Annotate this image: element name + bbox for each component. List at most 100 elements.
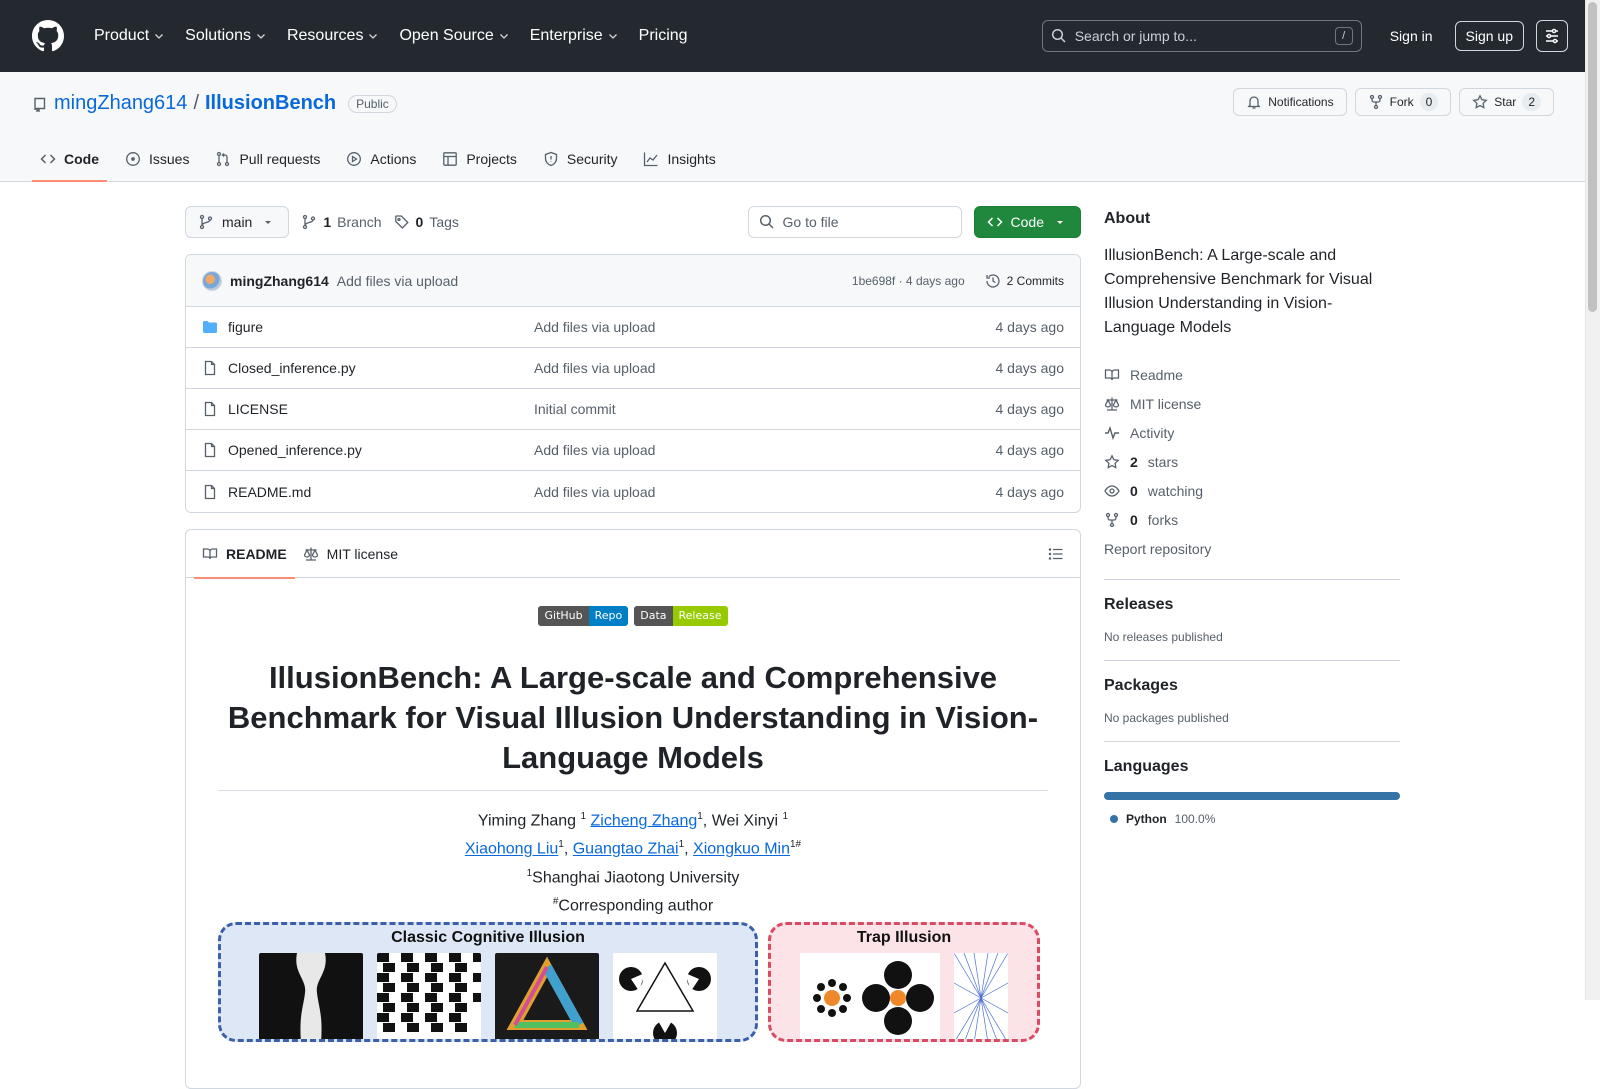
tab-insights[interactable]: Insights <box>635 141 723 181</box>
tab-pull-requests[interactable]: Pull requests <box>207 141 328 181</box>
file-name-cell[interactable]: figure <box>202 319 534 335</box>
table-row[interactable]: LICENSE Initial commit 4 days ago <box>186 389 1080 430</box>
activity-link[interactable]: Activity <box>1104 418 1400 447</box>
fork-button[interactable]: Fork 0 <box>1354 88 1452 116</box>
outline-button[interactable] <box>1048 546 1064 562</box>
nav-enterprise[interactable]: Enterprise <box>522 21 627 51</box>
author-link[interactable]: Xiongkuo Min <box>693 841 790 858</box>
github-repo-badge[interactable]: GitHub Repo <box>538 606 629 626</box>
commits-link[interactable]: 2 Commits <box>985 273 1064 289</box>
badge-left: Data <box>634 606 673 626</box>
repo-header: mingZhang614 / IllusionBench Public Noti… <box>0 72 1600 182</box>
file-date: 4 days ago <box>995 401 1065 417</box>
branch-selector[interactable]: main <box>185 206 290 238</box>
star-icon <box>1472 94 1488 109</box>
eye-icon <box>1104 484 1120 497</box>
tab-security[interactable]: Security <box>535 141 626 181</box>
file-name-cell[interactable]: README.md <box>202 484 534 500</box>
cafe-wall-illusion-image <box>377 953 481 1040</box>
author-link[interactable]: Xiaohong Liu <box>465 841 558 858</box>
table-row[interactable]: Opened_inference.py Add files via upload 4… <box>186 430 1080 471</box>
table-row[interactable]: figure Add files via upload 4 days ago <box>186 307 1080 348</box>
file-commit-message[interactable]: Add files via upload <box>534 484 996 500</box>
language-name: Python <box>1126 812 1167 826</box>
nav-label: Product <box>94 27 150 44</box>
nav-solutions[interactable]: Solutions <box>177 21 275 51</box>
stars-link[interactable]: 2 stars <box>1104 447 1400 476</box>
global-search-input[interactable]: Search or jump to... / <box>1041 20 1362 52</box>
affiliation-sup: 1# <box>790 839 802 851</box>
tags-link[interactable]: 0 Tags <box>394 214 459 230</box>
report-repository-link[interactable]: Report repository <box>1104 534 1400 563</box>
go-to-file-placeholder: Go to file <box>782 214 839 230</box>
file-icon <box>204 401 216 417</box>
tab-actions[interactable]: Actions <box>338 141 424 181</box>
file-name-cell[interactable]: Opened_inference.py <box>202 442 534 458</box>
bell-icon <box>1247 96 1261 109</box>
readme-link[interactable]: Readme <box>1104 360 1400 389</box>
file-commit-message[interactable]: Add files via upload <box>534 442 996 458</box>
table-row[interactable]: Closed_inference.py Add files via upload 4… <box>186 348 1080 389</box>
sign-in-link[interactable]: Sign in <box>1380 22 1443 50</box>
star-button[interactable]: Star 2 <box>1459 88 1554 116</box>
thumbnail-row <box>241 953 735 1040</box>
tab-readme[interactable]: README <box>194 530 295 579</box>
file-name-cell[interactable]: LICENSE <box>202 401 534 417</box>
nav-open-source[interactable]: Open Source <box>391 21 517 51</box>
commit-hash-time[interactable]: 1be698f · 4 days ago <box>852 274 965 288</box>
tab-projects[interactable]: Projects <box>434 141 525 181</box>
nav-resources[interactable]: Resources <box>279 21 387 51</box>
forks-label: forks <box>1147 511 1179 528</box>
file-name: Closed_inference.py <box>228 360 356 376</box>
go-to-file-input[interactable]: Go to file <box>747 206 962 238</box>
tab-label: Actions <box>370 151 417 167</box>
scrollbar-thumb[interactable] <box>1588 2 1597 312</box>
tab-issues[interactable]: Issues <box>117 141 197 181</box>
github-logo-icon[interactable] <box>32 20 64 52</box>
file-date: 4 days ago <box>995 442 1065 458</box>
watching-label: watching <box>1147 482 1204 499</box>
watching-link[interactable]: 0 watching <box>1104 476 1400 505</box>
file-name-cell[interactable]: Closed_inference.py <box>202 360 534 376</box>
page-scrollbar[interactable] <box>1585 0 1600 1000</box>
settings-menu-button[interactable] <box>1536 20 1568 52</box>
repo-title: mingZhang614 / IllusionBench Public <box>32 92 397 115</box>
nav-label: Enterprise <box>529 27 603 44</box>
branches-link[interactable]: 1 Branch <box>301 214 382 230</box>
license-link[interactable]: MIT license <box>1104 389 1400 418</box>
author-link[interactable]: Zicheng Zhang <box>591 812 698 829</box>
tab-license[interactable]: MIT license <box>295 530 406 578</box>
author-link[interactable]: Guangtao Zhai <box>573 841 679 858</box>
sign-up-button[interactable]: Sign up <box>1454 21 1524 51</box>
code-icon <box>986 217 1003 227</box>
nav-pricing[interactable]: Pricing <box>631 21 696 51</box>
repo-owner-link[interactable]: mingZhang614 <box>54 92 187 115</box>
notifications-button[interactable]: Notifications <box>1233 88 1347 116</box>
tab-label: Code <box>64 151 99 167</box>
tag-icon <box>394 215 409 229</box>
releases-heading[interactable]: Releases <box>1104 596 1400 614</box>
tab-code[interactable]: Code <box>32 141 107 182</box>
forks-link[interactable]: 0 forks <box>1104 505 1400 534</box>
commit-author[interactable]: mingZhang614 <box>230 273 329 289</box>
chevron-down-icon <box>369 34 378 39</box>
file-commit-message[interactable]: Add files via upload <box>534 360 996 376</box>
file-commit-message[interactable]: Add files via upload <box>534 319 996 335</box>
file-icon <box>204 360 216 376</box>
repo-name-link[interactable]: IllusionBench <box>205 92 336 115</box>
data-release-badge[interactable]: Data Release <box>634 606 728 626</box>
nav-product[interactable]: Product <box>86 21 173 51</box>
branch-label: Branch <box>337 214 382 230</box>
readme-panel: README MIT license GitHub Repo Data Releas… <box>185 529 1081 1089</box>
avatar[interactable] <box>202 270 222 291</box>
code-dropdown-button[interactable]: Code <box>973 206 1081 238</box>
file-commit-message[interactable]: Initial commit <box>534 401 996 417</box>
code-button-label: Code <box>1010 214 1044 230</box>
repo-icon <box>34 97 46 112</box>
star-counter: 2 <box>1522 93 1541 111</box>
packages-heading[interactable]: Packages <box>1104 677 1400 695</box>
language-item[interactable]: Python 100.0% <box>1104 812 1400 826</box>
commit-message[interactable]: Add files via upload <box>337 273 458 289</box>
table-row[interactable]: README.md Add files via upload 4 days ago <box>186 471 1080 512</box>
kanizsa-triangle-image <box>613 953 717 1040</box>
